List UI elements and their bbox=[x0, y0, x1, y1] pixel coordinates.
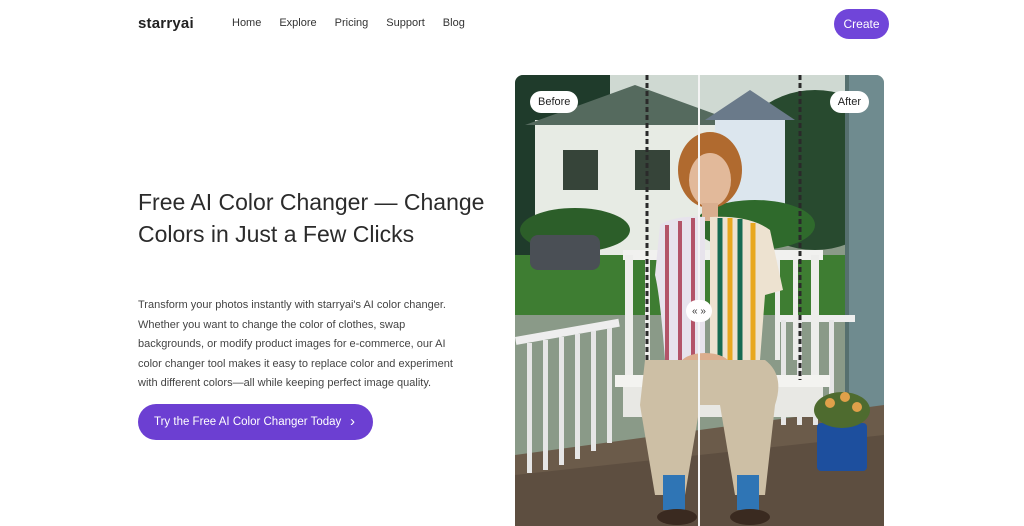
try-color-changer-button[interactable]: Try the Free AI Color Changer Today › bbox=[138, 404, 373, 440]
nav-links: Home Explore Pricing Support Blog bbox=[232, 17, 483, 29]
hero-title: Free AI Color Changer — Change Colors in… bbox=[138, 189, 485, 247]
before-after-image: Before After « » bbox=[515, 75, 884, 526]
create-button[interactable]: Create bbox=[834, 9, 889, 39]
logo[interactable]: starryai bbox=[138, 15, 194, 32]
hero-description: Transform your photos instantly with sta… bbox=[138, 299, 453, 389]
nav-link-home[interactable]: Home bbox=[232, 17, 261, 29]
chevron-right-icon: › bbox=[350, 413, 355, 430]
nav-link-explore[interactable]: Explore bbox=[279, 17, 316, 29]
nav-link-pricing[interactable]: Pricing bbox=[335, 17, 369, 29]
before-label: Before bbox=[530, 91, 579, 113]
top-navigation: starryai Home Explore Pricing Support Bl… bbox=[0, 0, 1024, 48]
nav-link-support[interactable]: Support bbox=[386, 17, 425, 29]
nav-link-blog[interactable]: Blog bbox=[443, 17, 465, 29]
cta-label: Try the Free AI Color Changer Today bbox=[154, 416, 342, 428]
after-label: After bbox=[829, 91, 869, 113]
comparison-slider-handle[interactable]: « » bbox=[686, 300, 712, 322]
